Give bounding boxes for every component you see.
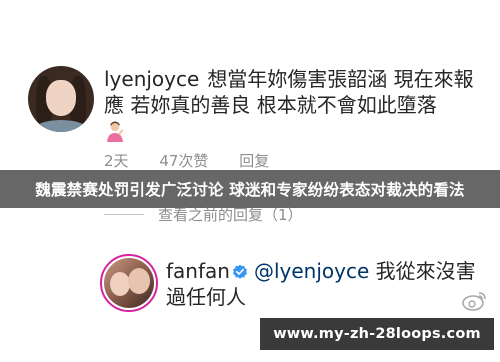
comment-username[interactable]: fanfan [166,259,230,283]
screenshot-page: lyenjoyce 想當年妳傷害張韶涵 現在來報應 若妳真的善良 根本就不會如此墮… [0,0,500,362]
divider [104,214,144,215]
avatar-face [46,80,76,116]
avatar-face [110,272,130,296]
avatar-fanfan[interactable] [100,254,158,312]
comment-meta: 2天 47次赞 回复 [104,150,295,171]
comment-1: lyenjoyce 想當年妳傷害張韶涵 現在來報應 若妳真的善良 根本就不會如此墮… [104,66,484,118]
comment-time: 2天 [104,152,129,170]
person-gesturing-icon [107,121,124,142]
verified-badge-icon [232,264,247,279]
comment-username[interactable]: lyenjoyce [104,67,199,91]
avatar-photo [104,258,154,308]
view-previous-replies[interactable]: 查看之前的回复（1） [104,204,434,225]
avatar-face [128,268,150,294]
reply-button[interactable]: 回复 [239,152,269,170]
weibo-watermark-icon [462,292,486,311]
site-url: www.my-zh-28loops.com [273,326,481,342]
comment-2: fanfan @lyenjoyce 我從來沒害過任何人 [166,258,486,310]
avatar-lyenjoyce[interactable] [28,66,94,132]
comment-likes[interactable]: 47次赞 [159,152,208,170]
headline-banner: 魏震禁赛处罚引发广泛讨论 球迷和专家纷纷表态对裁决的看法 [0,170,500,208]
view-previous-label[interactable]: 查看之前的回复（1） [158,204,303,225]
headline-title: 魏震禁赛处罚引发广泛讨论 球迷和专家纷纷表态对裁决的看法 [35,181,465,199]
mention-link[interactable]: @lyenjoyce [254,259,369,283]
site-url-bar: www.my-zh-28loops.com [260,318,494,350]
